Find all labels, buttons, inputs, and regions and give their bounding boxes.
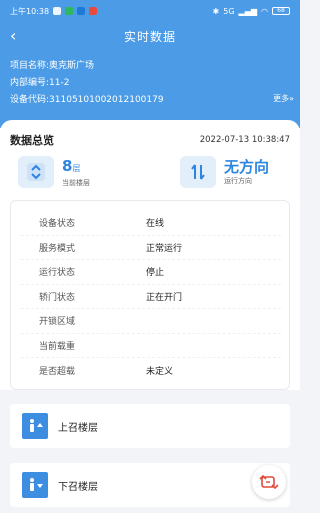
internal-code-label: 内部编号: <box>10 78 50 88</box>
current-floor-metric: 8层 当前楼层 <box>18 156 90 188</box>
app-notification-icon <box>77 7 86 15</box>
wifi-icon: ◠ <box>261 6 268 16</box>
status-key: 设备状态 <box>39 219 76 230</box>
status-key: 轿门状态 <box>39 292 76 303</box>
current-floor-value: 8 <box>62 156 73 175</box>
switch-elevator-button[interactable] <box>252 465 286 499</box>
status-key: 运行状态 <box>39 268 76 279</box>
device-code-row: 设备代码: 31105101002012100179 <box>10 92 294 109</box>
direction-label: 运行方向 <box>224 177 252 185</box>
more-link[interactable]: 更多» <box>273 93 294 104</box>
app-notification-icon <box>53 7 62 15</box>
app-notification-icon <box>65 7 74 15</box>
elevator-floor-icon <box>18 156 54 188</box>
status-key: 开锁区域 <box>39 317 76 328</box>
battery-icon: 68 <box>272 7 290 15</box>
status-key: 是否超载 <box>39 366 76 377</box>
status-row: 运行状态 停止 <box>21 260 281 285</box>
floor-unit: 层 <box>72 163 81 173</box>
person-down-icon <box>22 472 48 498</box>
nav-bar: ‹ 实时数据 <box>0 24 300 48</box>
current-floor-label: 当前楼层 <box>62 178 90 187</box>
overview-header: 数据总览 2022-07-13 10:38:47 <box>10 132 290 148</box>
overview-card: 数据总览 2022-07-13 10:38:47 8层 当前楼层 无方向 运行方… <box>0 120 300 390</box>
device-code: 31105101002012100179 <box>49 95 164 105</box>
status-time: 上午10:38 <box>10 6 50 16</box>
status-key: 服务模式 <box>39 243 76 254</box>
status-value: 在线 <box>146 219 165 230</box>
swap-icon <box>259 474 279 490</box>
status-row: 轿门状态 正在开门 <box>21 285 281 309</box>
project-name-row: 项目名称: 奥克斯广场 <box>10 58 294 75</box>
status-bar: 上午10:38 ✱ 5G ▂▄▆ ◠ 68 <box>0 0 300 22</box>
status-value: 正常运行 <box>146 243 183 254</box>
project-name-label: 项目名称: <box>10 61 50 71</box>
status-row: 是否超载 未定义 <box>21 358 281 383</box>
status-row: 设备状态 在线 <box>21 211 281 236</box>
person-up-icon <box>22 413 48 439</box>
signal-icon: ▂▄▆ <box>238 6 258 16</box>
internal-code: 11-2 <box>49 78 70 88</box>
direction-value: 无方向 <box>224 158 270 176</box>
bluetooth-icon: ✱ <box>212 6 220 16</box>
down-call-button[interactable]: 下召楼层 <box>10 463 290 507</box>
overview-title: 数据总览 <box>10 134 54 147</box>
internal-code-row: 内部编号: 11-2 <box>10 75 294 92</box>
status-value: 停止 <box>146 268 165 279</box>
project-name: 奥克斯广场 <box>49 61 95 71</box>
app-notification-icon <box>89 7 98 15</box>
status-panel: 设备状态 在线 服务模式 正常运行 运行状态 停止 轿门状态 正在开门 开锁区域… <box>10 200 290 390</box>
direction-icon <box>180 156 216 188</box>
up-call-button[interactable]: 上召楼层 <box>10 404 290 448</box>
network-label: 5G <box>223 6 235 16</box>
up-call-label: 上召楼层 <box>58 422 98 434</box>
project-info: 项目名称: 奥克斯广场 内部编号: 11-2 设备代码: 31105101002… <box>10 58 294 109</box>
status-key: 当前载重 <box>39 341 76 352</box>
status-value: 未定义 <box>146 366 174 377</box>
header: 上午10:38 ✱ 5G ▂▄▆ ◠ 68 ‹ 实时数据 项目名称: 奥克斯广场… <box>0 0 300 128</box>
down-call-label: 下召楼层 <box>58 481 98 493</box>
back-icon[interactable]: ‹ <box>10 27 16 45</box>
status-row: 当前载重 <box>21 334 281 358</box>
device-code-label: 设备代码: <box>10 95 50 105</box>
status-row: 服务模式 正常运行 <box>21 236 281 260</box>
status-value: 正在开门 <box>146 292 183 303</box>
page-title: 实时数据 <box>123 29 176 44</box>
status-row: 开锁区域 <box>21 309 281 334</box>
direction-metric: 无方向 运行方向 <box>180 156 269 188</box>
overview-timestamp: 2022-07-13 10:38:47 <box>199 135 290 145</box>
